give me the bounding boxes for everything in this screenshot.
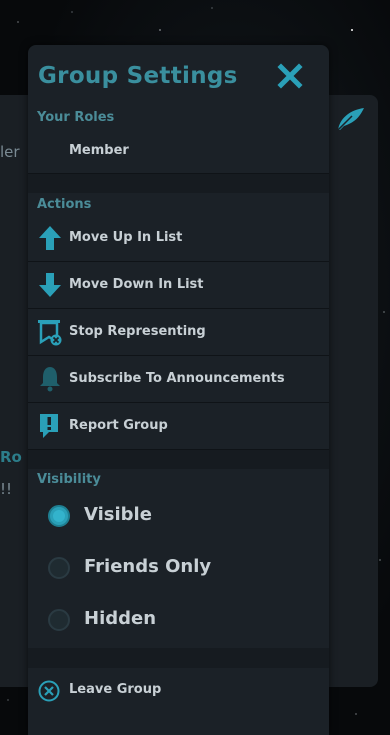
report-group-button[interactable]: Report Group (28, 403, 329, 450)
visibility-option-label: Visible (84, 504, 152, 525)
bell-icon (40, 367, 60, 392)
roles-section-label: Your Roles (37, 110, 115, 125)
report-icon (40, 414, 58, 438)
radio-unselected (48, 557, 70, 579)
role-label: Member (69, 143, 129, 158)
move-up-label: Move Up In List (69, 230, 183, 245)
actions-section-label: Actions (37, 197, 92, 212)
panel-title: Group Settings (38, 63, 238, 89)
subscribe-label: Subscribe To Announcements (69, 371, 285, 386)
leave-group-label: Leave Group (69, 682, 162, 697)
stop-representing-label: Stop Representing (69, 324, 206, 339)
leave-circle-icon (38, 680, 60, 702)
visibility-option-hidden[interactable]: Hidden (28, 598, 329, 646)
visibility-section-label: Visibility (37, 472, 101, 487)
move-down-label: Move Down In List (69, 277, 204, 292)
stop-representing-button[interactable]: Stop Representing (28, 309, 329, 356)
radio-selected (48, 505, 70, 527)
visibility-option-label: Hidden (84, 608, 157, 629)
background-text: !! (0, 480, 13, 498)
banner-remove-icon (38, 320, 62, 346)
visibility-option-friends-only[interactable]: Friends Only (28, 546, 329, 594)
close-icon[interactable] (277, 63, 303, 89)
feather-icon (337, 108, 364, 131)
section-divider (28, 174, 329, 193)
visibility-option-visible[interactable]: Visible (28, 494, 329, 542)
arrow-up-icon (39, 226, 61, 250)
subscribe-announcements-button[interactable]: Subscribe To Announcements (28, 356, 329, 403)
background-text: Ro (0, 448, 22, 466)
move-down-button[interactable]: Move Down In List (28, 262, 329, 309)
section-divider (28, 648, 329, 668)
group-settings-panel: Group Settings Your Roles Member Actions… (28, 45, 329, 735)
report-group-label: Report Group (69, 418, 168, 433)
visibility-option-label: Friends Only (84, 556, 212, 577)
move-up-button[interactable]: Move Up In List (28, 215, 329, 262)
section-divider (28, 450, 329, 469)
arrow-down-icon (39, 273, 61, 297)
radio-unselected (48, 609, 70, 631)
background-text: ler (0, 143, 20, 161)
leave-group-button[interactable]: Leave Group (28, 671, 329, 709)
